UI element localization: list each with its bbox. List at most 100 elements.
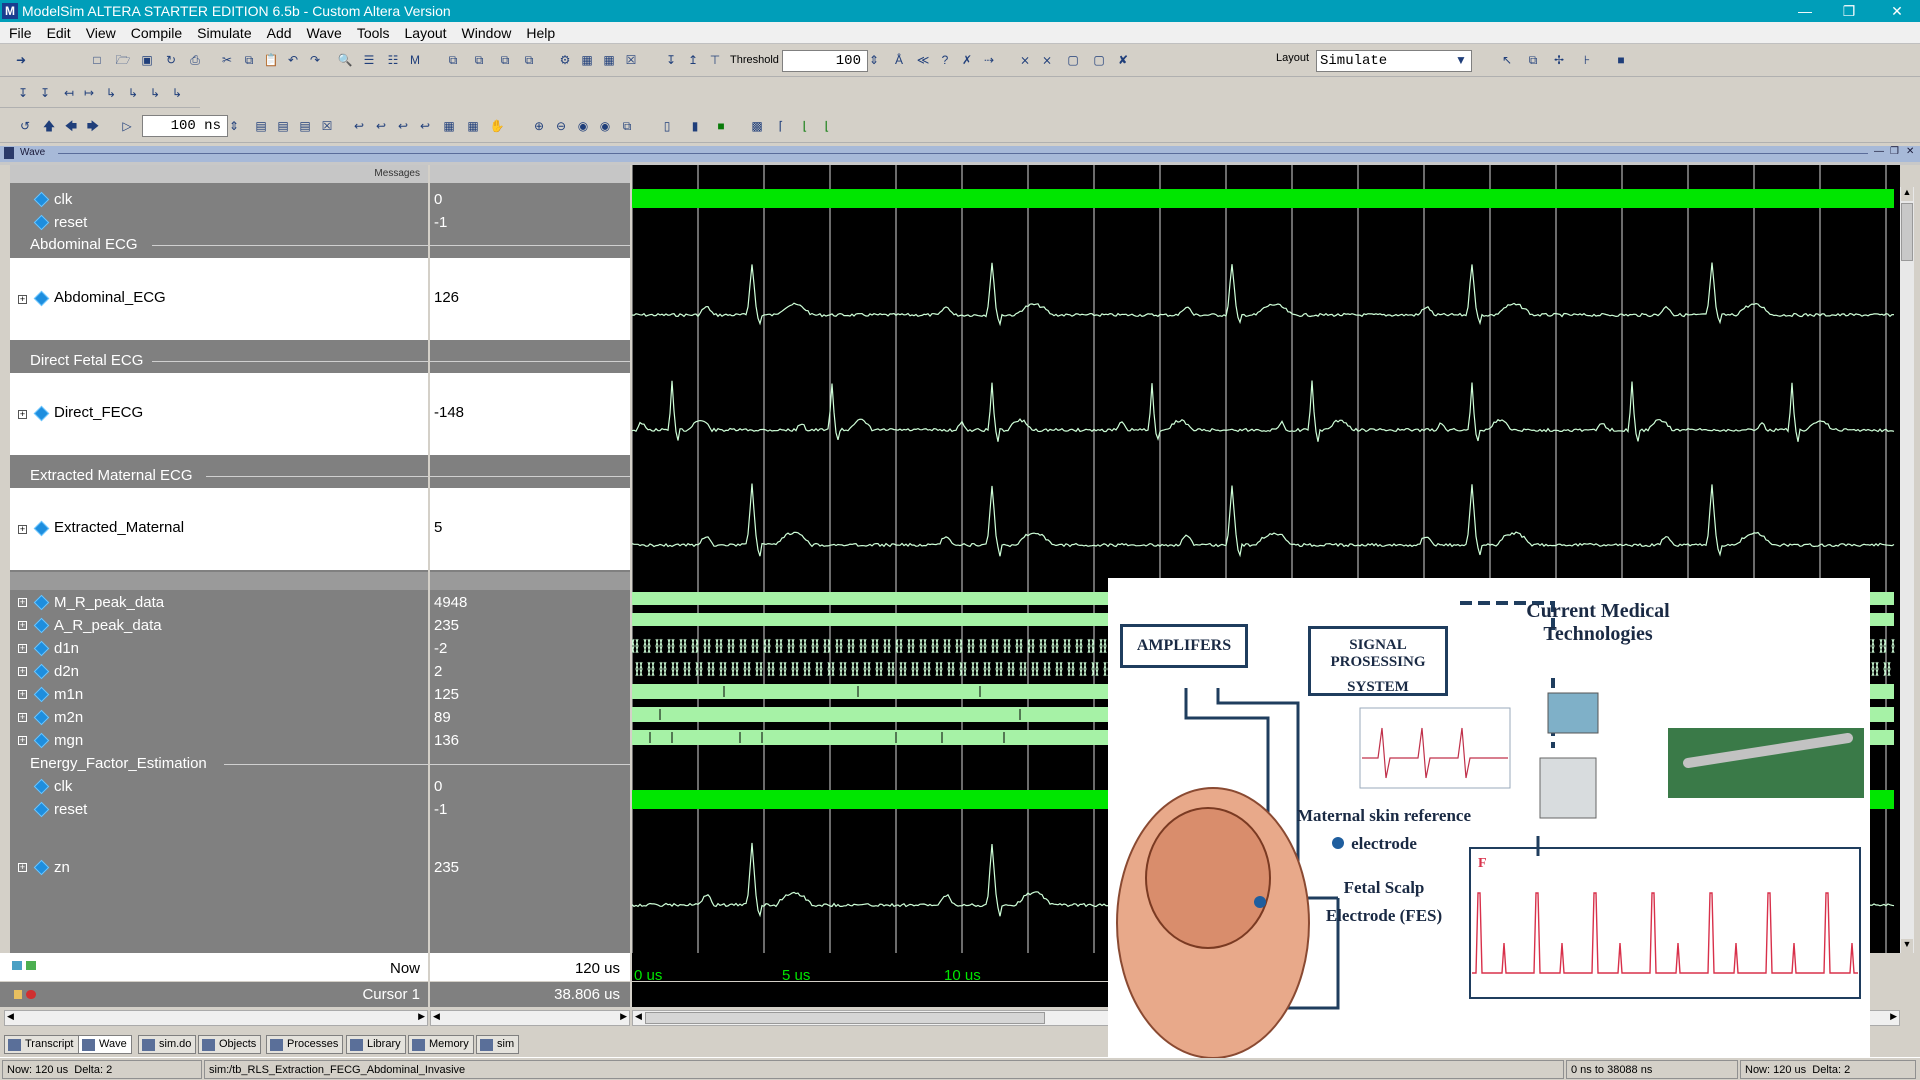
hand-icon[interactable]: ✋ <box>488 117 506 135</box>
cursor-add-icon[interactable]: ▯ <box>658 117 676 135</box>
values-h-scrollbar[interactable]: ◀ ▶ <box>430 1010 630 1026</box>
remove-icon[interactable]: ✘ <box>1114 51 1132 69</box>
undo-icon[interactable]: ↶ <box>284 51 302 69</box>
expand-icon[interactable]: + <box>18 736 27 745</box>
menu-help[interactable]: Help <box>517 22 561 41</box>
edge-end-icon[interactable]: ⌊ <box>818 117 836 135</box>
unlock-icon[interactable]: ➜ <box>12 51 30 69</box>
chevron-down-icon[interactable]: ▼ <box>1452 51 1470 69</box>
signal-row[interactable]: + zn <box>10 857 428 879</box>
cut-icon[interactable]: ✂ <box>218 51 236 69</box>
expand-x-icon[interactable]: ⨯ <box>1016 51 1034 69</box>
tree-icon[interactable]: ☷ <box>384 51 402 69</box>
menu-add[interactable]: Add <box>258 22 298 41</box>
doc-icon[interactable]: ▢ <box>1064 51 1082 69</box>
step-up-icon[interactable]: ↥ <box>684 51 702 69</box>
menu-window[interactable]: Window <box>453 22 518 41</box>
tab-sim-do[interactable]: sim.do <box>138 1035 197 1054</box>
compile-order-icon[interactable]: ⧉ <box>520 51 538 69</box>
stop-red-icon[interactable]: ■ <box>1612 51 1630 69</box>
zoom-cursor-icon[interactable]: ◉ <box>596 117 614 135</box>
zero-delay-icon[interactable]: ▦ <box>600 51 618 69</box>
scroll-up-icon[interactable]: ▲ <box>1901 187 1913 201</box>
run-icon[interactable]: ▤ <box>252 117 270 135</box>
signal-row[interactable]: + M_R_peak_data <box>10 592 428 614</box>
compile-m-icon[interactable]: M <box>406 51 424 69</box>
tab-memory[interactable]: Memory <box>408 1035 474 1054</box>
edge-icon[interactable]: ≪ <box>914 51 932 69</box>
find-icon[interactable]: 🔍 <box>336 51 354 69</box>
signal-row[interactable]: + Abdominal_ECG <box>10 258 428 340</box>
clear-icon[interactable]: ✗ <box>958 51 976 69</box>
menu-layout[interactable]: Layout <box>396 22 453 41</box>
new-file-icon[interactable]: □ <box>88 51 106 69</box>
run-all-icon[interactable]: ▤ <box>296 117 314 135</box>
reload-icon[interactable]: ↻ <box>162 51 180 69</box>
edge-next-icon[interactable]: ⌊ <box>796 117 814 135</box>
add-cursor-icon[interactable] <box>26 961 36 970</box>
close-button[interactable]: ✕ <box>1874 0 1920 22</box>
expand-icon[interactable]: + <box>18 644 27 653</box>
step-into-icon[interactable]: ↦ <box>80 84 98 102</box>
lock-icon[interactable] <box>14 990 22 999</box>
copy-icon[interactable]: ⧉ <box>240 51 258 69</box>
up-arrow-icon[interactable]: 🡅 <box>40 117 58 135</box>
menu-wave[interactable]: Wave <box>298 22 348 41</box>
redo-icon[interactable]: ↷ <box>306 51 324 69</box>
step-d-icon[interactable]: ↳ <box>168 84 186 102</box>
zoom-last-icon[interactable]: ⧉ <box>618 117 636 135</box>
delete-cursor-icon[interactable] <box>26 990 36 999</box>
signal-row[interactable]: + Extracted_Maternal <box>10 488 428 570</box>
scroll-left-icon[interactable]: ◀ <box>635 1011 642 1022</box>
wave-h-thumb[interactable] <box>645 1012 1045 1024</box>
expand-icon[interactable]: + <box>18 863 27 872</box>
query-icon[interactable]: ? <box>936 51 954 69</box>
tab-processes[interactable]: Processes <box>266 1035 344 1054</box>
signal-row[interactable]: + A_R_peak_data <box>10 615 428 637</box>
group-row[interactable]: Extracted Maternal ECG <box>10 465 428 487</box>
collapse-x-icon[interactable]: ⨯ <box>1038 51 1056 69</box>
run-length-spinner[interactable]: ⇕ <box>228 117 240 135</box>
wave-tools-icon[interactable] <box>12 961 22 970</box>
cursor-delete-icon[interactable]: ▮ <box>686 117 704 135</box>
group-row[interactable]: Direct Fetal ECG <box>10 350 428 372</box>
zoom-out-icon[interactable]: ⊖ <box>552 117 570 135</box>
signal-row[interactable]: reset <box>10 212 428 234</box>
save-icon[interactable]: ▣ <box>138 51 156 69</box>
menu-edit[interactable]: Edit <box>38 22 77 41</box>
expand-icon[interactable]: + <box>18 598 27 607</box>
stop-sim-icon[interactable]: ☒ <box>622 51 640 69</box>
expand-icon[interactable]: + <box>18 410 27 419</box>
menu-file[interactable]: File <box>0 22 38 41</box>
doc2-icon[interactable]: ▢ <box>1090 51 1108 69</box>
minimize-button[interactable]: — <box>1782 0 1828 22</box>
hierarchy-icon[interactable]: ☰ <box>360 51 378 69</box>
signal-row[interactable]: clk <box>10 776 428 798</box>
paste-icon[interactable]: 📋 <box>262 51 280 69</box>
run-icon[interactable]: ▷ <box>118 117 136 135</box>
scroll-thumb[interactable] <box>1901 203 1913 261</box>
step-wave6-icon[interactable]: ▦ <box>464 117 482 135</box>
step-a-icon[interactable]: ↳ <box>102 84 120 102</box>
goto-icon[interactable]: ⇢ <box>980 51 998 69</box>
step-wave5-icon[interactable]: ▦ <box>440 117 458 135</box>
run-length-input[interactable]: 100 ns <box>142 115 228 137</box>
expand-icon[interactable]: + <box>18 667 27 676</box>
layout-select[interactable]: Simulate <box>1316 50 1472 72</box>
signal-row[interactable]: + Direct_FECG <box>10 373 428 455</box>
cursor-track[interactable] <box>632 982 1108 1007</box>
menu-tools[interactable]: Tools <box>348 22 396 41</box>
timeline-ruler[interactable]: 0 us 5 us 10 us <box>632 953 1108 984</box>
ruler-icon[interactable]: ⊦ <box>1578 51 1596 69</box>
move-icon[interactable]: ✢ <box>1550 51 1568 69</box>
names-h-scrollbar[interactable]: ◀ ▶ <box>4 1010 428 1026</box>
step-b-icon[interactable]: ↳ <box>124 84 142 102</box>
tab-sim[interactable]: sim <box>476 1035 520 1054</box>
simulate-icon[interactable]: ⚙ <box>556 51 574 69</box>
open-folder-icon[interactable]: 🗁 <box>114 51 132 69</box>
menu-view[interactable]: View <box>77 22 122 41</box>
group-row[interactable]: Energy_Factor_Estimation <box>10 753 428 775</box>
compile-all-icon[interactable]: ⧉ <box>470 51 488 69</box>
restart-icon[interactable]: ↺ <box>16 117 34 135</box>
expand-icon[interactable]: + <box>18 713 27 722</box>
